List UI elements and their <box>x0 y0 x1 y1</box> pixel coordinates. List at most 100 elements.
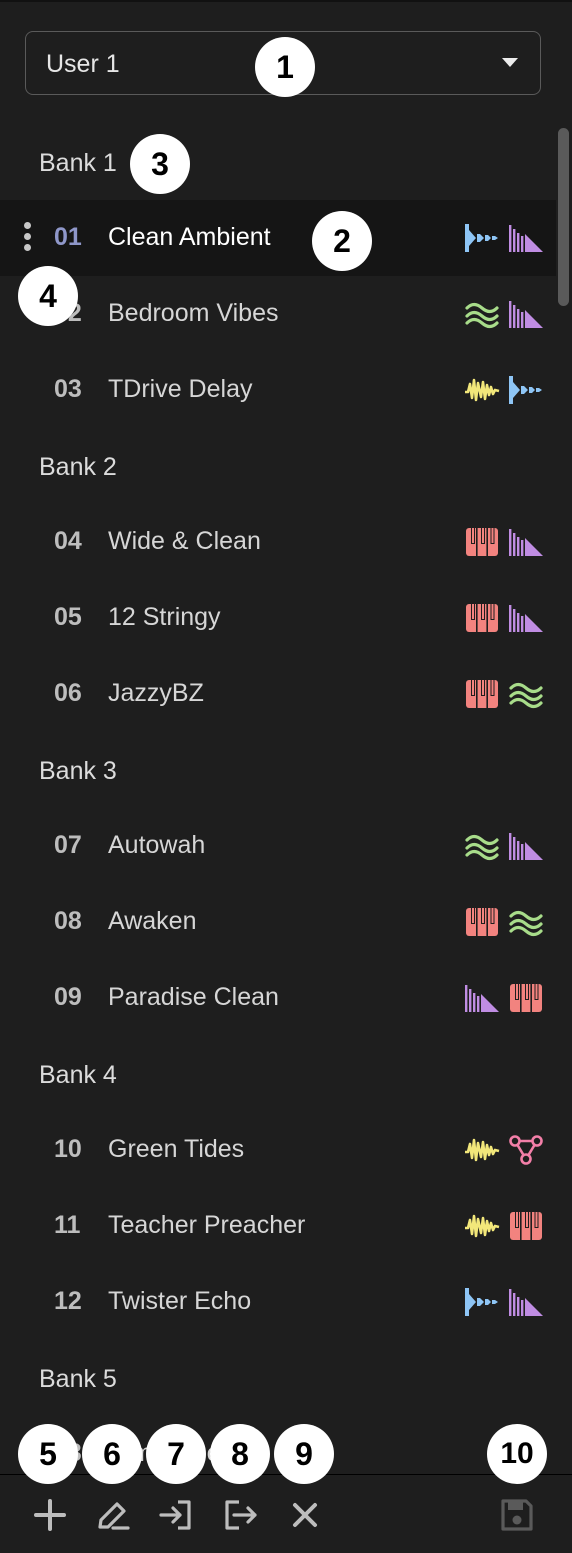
export-icon <box>225 1500 257 1530</box>
keys-icon <box>464 602 500 634</box>
keys-icon <box>508 982 544 1014</box>
delete-preset-button[interactable] <box>285 1495 325 1535</box>
kebab-menu-icon[interactable] <box>22 222 34 256</box>
panel-top-border <box>0 0 572 2</box>
reverb-icon <box>508 602 544 634</box>
preset-effect-icons <box>464 602 544 634</box>
preset-name: Autowah <box>108 831 206 859</box>
preset-list-scrollbar[interactable] <box>557 124 571 1474</box>
preset-number: 04 <box>54 527 82 555</box>
preset-panel: User 1 Bank 1 01 Clean Ambient 02Bedroom Vi… <box>0 0 572 1553</box>
preset-toolbar <box>0 1474 572 1553</box>
bank-header: Bank 1 <box>39 149 117 177</box>
callout-badge-4: 4 <box>18 266 78 326</box>
callout-badge-1: 1 <box>255 37 315 97</box>
add-preset-button[interactable] <box>30 1495 70 1535</box>
add-icon <box>34 1499 66 1531</box>
bank-header: Bank 5 <box>39 1365 117 1393</box>
callout-badge-9: 9 <box>274 1424 334 1484</box>
preset-row[interactable]: 02Bedroom Vibes <box>0 276 556 352</box>
preset-effect-icons <box>464 906 544 938</box>
preset-row[interactable]: 03 TDrive Delay <box>0 352 556 428</box>
callout-badge-8: 8 <box>210 1424 270 1484</box>
preset-name: TDrive Delay <box>108 375 253 403</box>
preset-row[interactable]: 09 Paradise Clean <box>0 960 556 1036</box>
callout-badge-10: 10 <box>487 1424 547 1484</box>
preset-row[interactable]: 01 Clean Ambient <box>0 200 556 276</box>
drive-icon <box>464 374 500 406</box>
rename-preset-button[interactable] <box>93 1495 133 1535</box>
preset-effect-icons <box>464 678 544 710</box>
preset-name: Bedroom Vibes <box>108 299 279 327</box>
delete-icon <box>293 1503 317 1527</box>
preset-name: Green Tides <box>108 1135 245 1163</box>
callout-badge-2: 2 <box>312 211 372 271</box>
rename-icon <box>98 1502 130 1530</box>
preset-row[interactable]: 06 JazzyBZ <box>0 656 556 732</box>
user-select-label: User 1 <box>46 50 120 78</box>
preset-row[interactable]: 04 Wide & Clean <box>0 504 556 580</box>
preset-effect-icons <box>464 374 544 406</box>
preset-number: 01 <box>54 223 82 251</box>
preset-effect-icons <box>464 830 544 862</box>
preset-number: 09 <box>54 983 82 1011</box>
preset-number: 05 <box>54 603 82 631</box>
preset-number: 06 <box>54 679 82 707</box>
preset-effect-icons <box>464 1210 544 1242</box>
preset-name: Wide & Clean <box>108 527 261 555</box>
drive-icon <box>464 1134 500 1166</box>
preset-number: 10 <box>54 1135 82 1163</box>
preset-effect-icons <box>464 1134 544 1166</box>
callout-badge-6: 6 <box>82 1424 142 1484</box>
preset-number: 11 <box>54 1211 81 1239</box>
export-preset-button[interactable] <box>220 1495 260 1535</box>
bank-header: Bank 2 <box>39 453 117 481</box>
preset-name: Teacher Preacher <box>108 1211 306 1239</box>
preset-name: Awaken <box>108 907 197 935</box>
import-icon <box>159 1500 191 1530</box>
preset-row[interactable]: 08 Awaken <box>0 884 556 960</box>
preset-row[interactable]: 05 12 Stringy <box>0 580 556 656</box>
preset-effect-icons <box>464 526 544 558</box>
preset-row[interactable]: 10 Green Tides <box>0 1112 556 1188</box>
import-preset-button[interactable] <box>156 1495 196 1535</box>
preset-name: Twister Echo <box>108 1287 252 1315</box>
save-icon <box>501 1499 533 1531</box>
drive-icon <box>464 1210 500 1242</box>
routing-icon <box>508 1134 544 1166</box>
reverb-icon <box>508 222 544 254</box>
modulation-icon <box>508 678 544 710</box>
keys-icon <box>464 906 500 938</box>
scrollbar-thumb[interactable] <box>558 128 569 306</box>
preset-effect-icons <box>464 1286 544 1318</box>
delay-icon <box>464 1286 500 1318</box>
preset-name: Clean Ambient <box>108 223 271 251</box>
callout-badge-3: 3 <box>130 134 190 194</box>
preset-list[interactable]: Bank 1 01 Clean Ambient 02Bedroom Vibes 03 TD… <box>0 124 556 1474</box>
reverb-icon <box>508 1286 544 1318</box>
preset-effect-icons <box>464 982 544 1014</box>
keys-icon <box>464 526 500 558</box>
preset-row[interactable]: 11 Teacher Preacher <box>0 1188 556 1264</box>
preset-number: 08 <box>54 907 82 935</box>
modulation-icon <box>464 298 500 330</box>
preset-number: 07 <box>54 831 82 859</box>
preset-name: Paradise Clean <box>108 983 279 1011</box>
modulation-icon <box>464 830 500 862</box>
keys-icon <box>508 1210 544 1242</box>
save-preset-button[interactable] <box>497 1495 537 1535</box>
preset-row[interactable]: 07 Autowah <box>0 808 556 884</box>
reverb-icon <box>508 526 544 558</box>
keys-icon <box>464 678 500 710</box>
preset-name: JazzyBZ <box>108 679 204 707</box>
callout-badge-5: 5 <box>18 1424 78 1484</box>
bank-header: Bank 4 <box>39 1061 117 1089</box>
callout-badge-7: 7 <box>146 1424 206 1484</box>
preset-name: 12 Stringy <box>108 603 221 631</box>
chevron-down-icon <box>502 58 518 67</box>
reverb-icon <box>508 830 544 862</box>
preset-number: 03 <box>54 375 82 403</box>
preset-row[interactable]: 12 Twister Echo <box>0 1264 556 1340</box>
preset-effect-icons <box>464 298 544 330</box>
reverb-icon <box>464 982 500 1014</box>
